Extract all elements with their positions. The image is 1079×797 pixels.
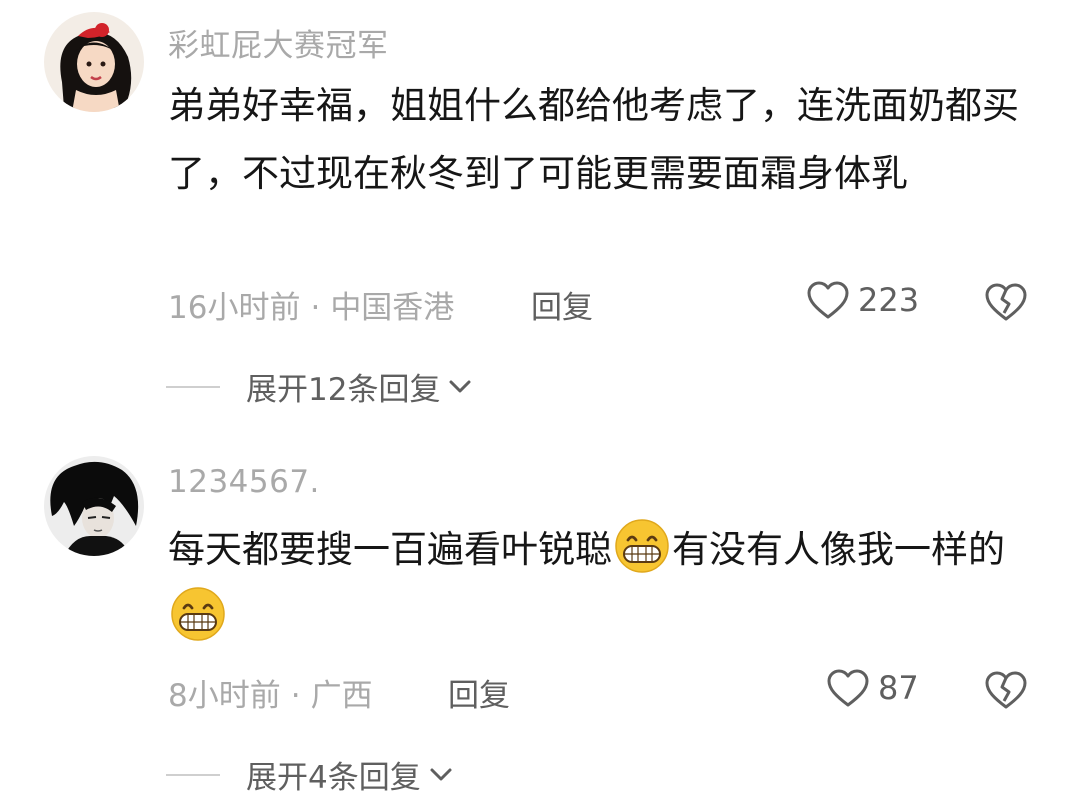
- avatar-image: [44, 12, 144, 112]
- chevron-down-icon: [421, 766, 453, 784]
- comment-time: 16小时前: [168, 290, 301, 326]
- comment-meta: 16小时前 · 中国香港: [168, 282, 454, 327]
- like-count: 223: [858, 281, 920, 319]
- comment-text-segment: 弟弟好幸福，姐姐什么都给他考虑了，连洗面奶都买了，不过现在秋冬到了可能更需要面霜…: [168, 84, 1019, 195]
- dislike-button[interactable]: [984, 670, 1028, 710]
- grinning-teeth-emoji: [614, 518, 670, 574]
- heart-outline-icon: [806, 280, 850, 320]
- like-button[interactable]: 87: [826, 668, 919, 708]
- comment-username[interactable]: 1234567.: [168, 464, 320, 500]
- expand-replies-label: 展开4条回复: [246, 760, 421, 796]
- comment-location: 广西: [310, 678, 373, 714]
- comment-text: 弟弟好幸福，姐姐什么都给他考虑了，连洗面奶都买了，不过现在秋冬到了可能更需要面霜…: [168, 72, 1048, 208]
- divider-line: [166, 385, 220, 388]
- comment-text: 每天都要搜一百遍看叶锐聪 有没有人像我一样的: [168, 516, 1048, 652]
- reply-button[interactable]: 回复: [531, 282, 593, 327]
- divider-line: [166, 773, 220, 776]
- like-button[interactable]: 223: [806, 280, 919, 320]
- comment-meta: 8小时前 · 广西: [168, 670, 373, 715]
- meta-separator: ·: [290, 678, 301, 714]
- comment-time: 8小时前: [168, 678, 281, 714]
- reply-button[interactable]: 回复: [448, 670, 510, 715]
- dislike-button[interactable]: [984, 282, 1028, 322]
- comment-text-segment: 每天都要搜一百遍看叶锐聪: [168, 528, 612, 571]
- chevron-down-icon: [440, 378, 472, 396]
- heart-outline-icon: [826, 668, 870, 708]
- broken-heart-icon: [984, 282, 1028, 322]
- expand-replies-button[interactable]: 展开12条回复: [166, 364, 472, 409]
- comment-location: 中国香港: [330, 290, 455, 326]
- user-avatar[interactable]: [44, 456, 144, 556]
- comment-text-segment: 有没有人像我一样的: [672, 528, 1005, 571]
- user-avatar[interactable]: [44, 12, 144, 112]
- expand-replies-label: 展开12条回复: [246, 372, 441, 408]
- comment-username[interactable]: 彩虹屁大赛冠军: [168, 20, 389, 65]
- avatar-image: [44, 456, 144, 556]
- broken-heart-icon: [984, 670, 1028, 710]
- meta-separator: ·: [310, 290, 321, 326]
- like-count: 87: [878, 669, 919, 707]
- grinning-teeth-emoji: [170, 586, 226, 642]
- expand-replies-button[interactable]: 展开4条回复: [166, 752, 453, 797]
